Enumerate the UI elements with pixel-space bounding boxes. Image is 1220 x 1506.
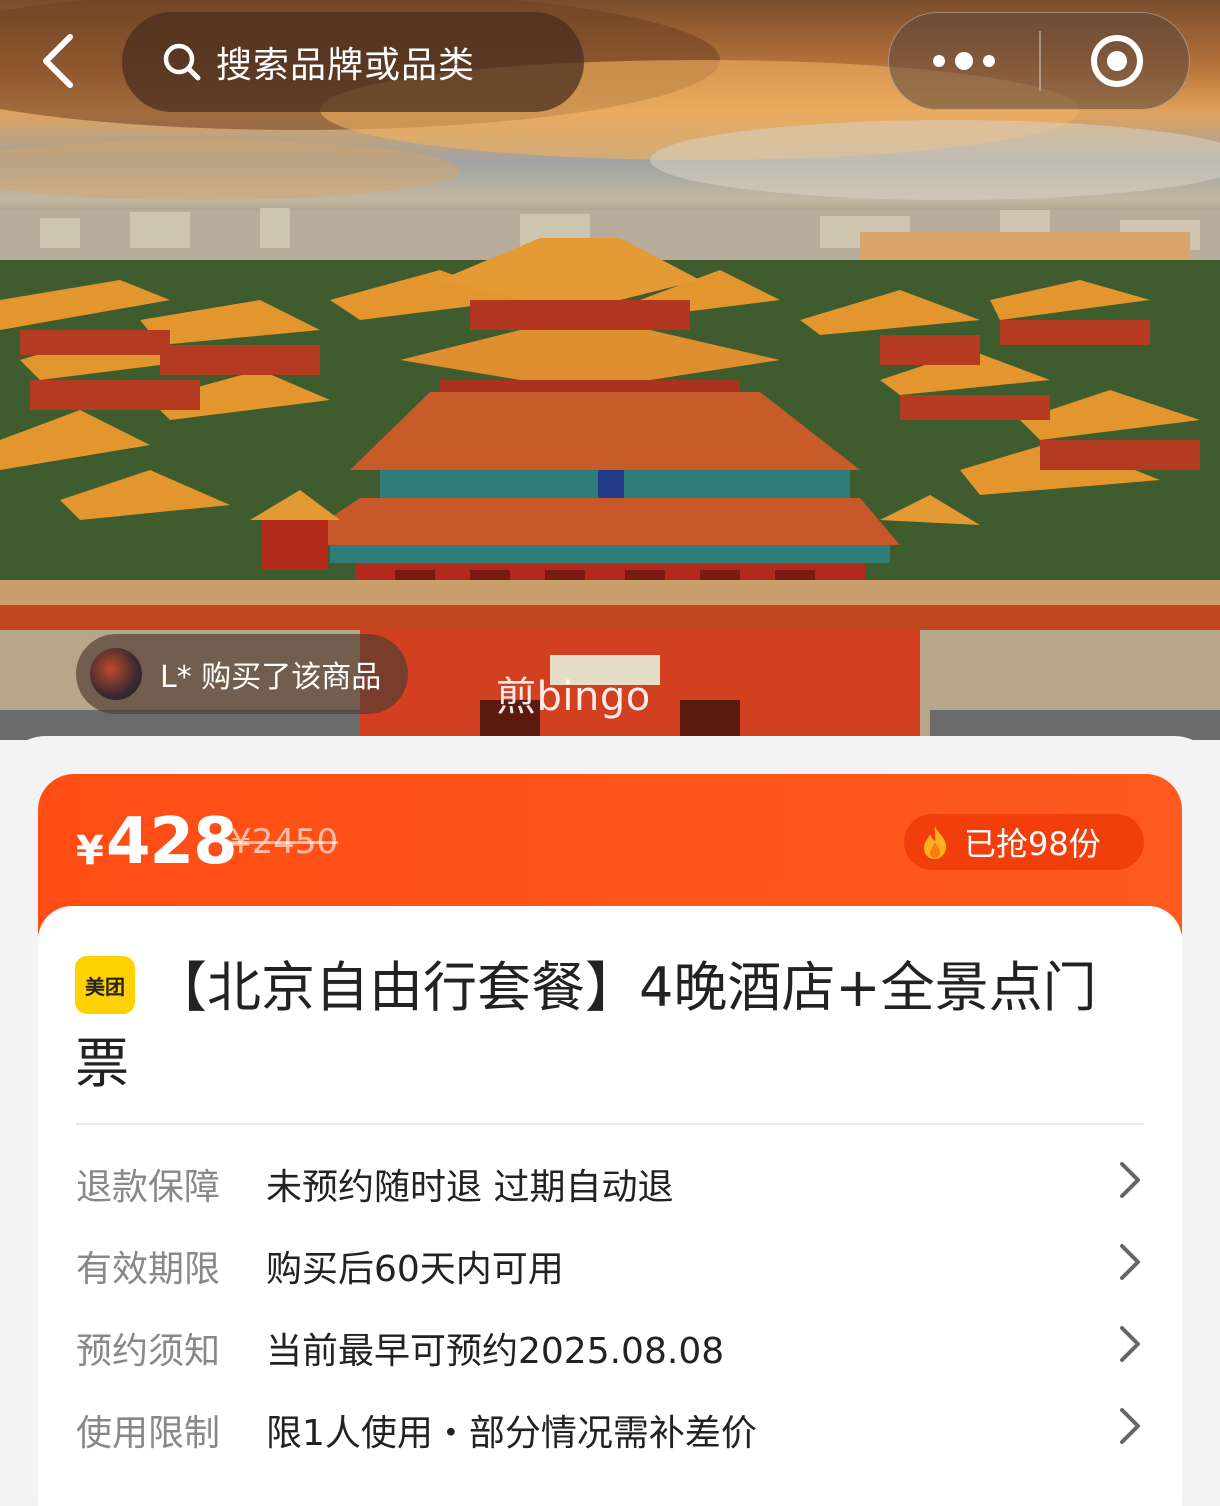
info-row-value: 未预约随时退 过期自动退 — [266, 1167, 674, 1208]
price-currency: ¥ — [76, 828, 104, 874]
info-row-label: 使用限制 — [76, 1413, 221, 1454]
chevron-right-icon — [1120, 1162, 1140, 1198]
search-placeholder: 搜索品牌或品类 — [216, 45, 476, 86]
info-row-value: 购买后60天内可用 — [266, 1249, 564, 1290]
info-row-usage[interactable]: 使用限制 限1人使用・部分情况需补差价 — [76, 1396, 1144, 1456]
info-row-label: 有效期限 — [76, 1249, 221, 1290]
purchase-notice: L* 购买了该商品 — [76, 634, 408, 714]
info-row-value: 限1人使用・部分情况需补差价 — [266, 1413, 757, 1454]
chevron-right-icon — [1120, 1408, 1140, 1444]
target-icon[interactable] — [1089, 33, 1145, 89]
more-dots-icon[interactable] — [931, 51, 997, 71]
sold-count-badge: 已抢98份 — [904, 814, 1144, 870]
purchase-notice-text: L* 购买了该商品 — [160, 660, 382, 695]
current-price: 428 — [106, 805, 238, 879]
divider — [76, 1123, 1144, 1125]
info-row-validity[interactable]: 有效期限 购买后60天内可用 — [76, 1232, 1144, 1292]
original-price: ¥2450 — [230, 822, 339, 862]
back-arrow-icon — [43, 34, 73, 88]
flame-icon — [924, 826, 947, 859]
info-row-booking[interactable]: 预约须知 当前最早可预约2025.08.08 — [76, 1314, 1144, 1374]
watermark: 煎bingo — [496, 674, 651, 720]
sold-count: 已抢98份 — [964, 825, 1101, 863]
info-row-label: 退款保障 — [76, 1167, 221, 1208]
mini-program-capsule — [888, 12, 1190, 110]
chevron-right-icon — [1120, 1326, 1140, 1362]
info-row-value: 当前最早可预约2025.08.08 — [266, 1331, 725, 1372]
back-button[interactable] — [30, 28, 86, 94]
info-row-label: 预约须知 — [76, 1331, 221, 1372]
search-icon — [163, 43, 201, 81]
search-bar[interactable]: 搜索品牌或品类 — [122, 12, 584, 112]
avatar — [90, 648, 142, 700]
info-row-refund[interactable]: 退款保障 未预约随时退 过期自动退 — [76, 1150, 1144, 1210]
brand-badge: 美团 — [75, 956, 135, 1014]
product-title: 【北京自由行套餐】4晚酒店+全景点门票 — [75, 956, 1097, 1095]
chevron-right-icon — [1120, 1244, 1140, 1280]
capsule-divider — [1039, 31, 1041, 91]
